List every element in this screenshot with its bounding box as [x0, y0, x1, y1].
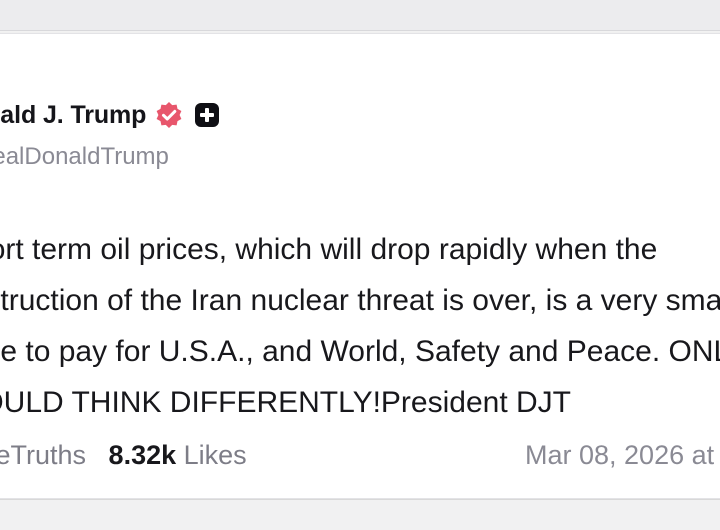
- post-body: Short term oil prices, which will drop r…: [0, 224, 720, 428]
- verified-badge-icon: [154, 100, 184, 130]
- post-stats: ReTruths 8.32k Likes: [0, 440, 247, 471]
- screenshot-stage: Donald J. Trump @realDonaldTrump Short t…: [0, 0, 720, 530]
- post-author-row[interactable]: Donald J. Trump: [0, 100, 220, 130]
- author-display-name[interactable]: Donald J. Trump: [0, 101, 146, 130]
- post-body-line: destruction of the Iran nuclear threat i…: [0, 284, 720, 317]
- likes-count: 8.32k: [108, 440, 177, 470]
- post-body-line: price to pay for U.S.A., and World, Safe…: [0, 335, 720, 368]
- previous-post-edge: [0, 0, 720, 31]
- truth-plus-icon: [194, 102, 220, 128]
- likes-stat[interactable]: 8.32k Likes: [109, 440, 247, 470]
- post-body-line: WOULD THINK DIFFERENTLY!President DJT: [0, 386, 571, 419]
- author-handle[interactable]: @realDonaldTrump: [0, 143, 169, 171]
- retruths-stat[interactable]: ReTruths: [0, 440, 86, 470]
- next-post-edge: [0, 500, 720, 530]
- likes-label: Likes: [183, 440, 247, 470]
- retruths-label: ReTruths: [0, 440, 87, 470]
- post-timestamp[interactable]: Mar 08, 2026 at: [525, 440, 714, 471]
- post-body-line: Short term oil prices, which will drop r…: [0, 233, 658, 266]
